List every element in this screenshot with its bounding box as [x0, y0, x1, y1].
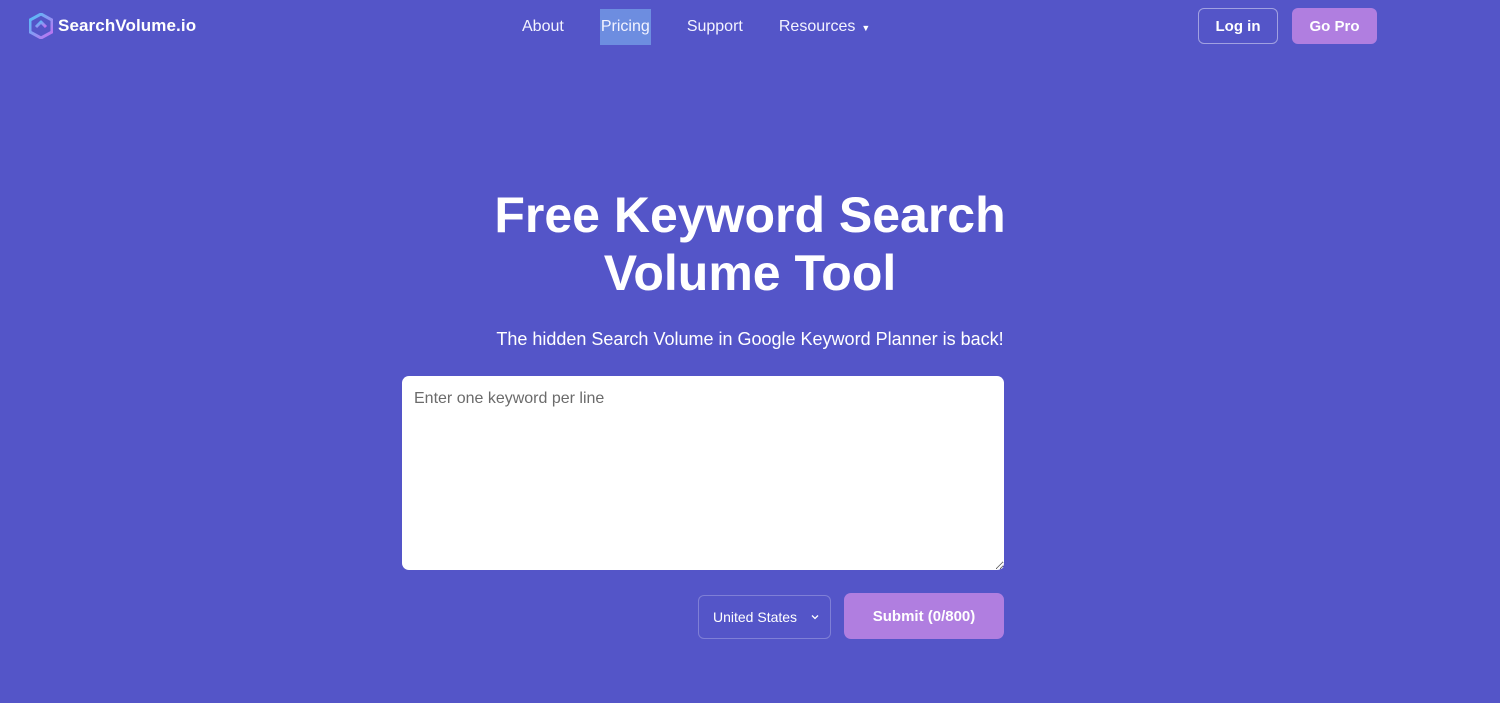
nav-item-resources[interactable]: Resources ▼ — [779, 9, 870, 45]
page-subtitle: The hidden Search Volume in Google Keywo… — [496, 329, 1004, 349]
site-header: SearchVolume.io About Pricing Support Re… — [0, 0, 1500, 54]
main-nav: About Pricing Support Resources ▼ — [504, 8, 906, 45]
hexagon-logo-icon — [29, 13, 53, 39]
go-pro-button[interactable]: Go Pro — [1292, 8, 1377, 44]
login-button[interactable]: Log in — [1198, 8, 1278, 44]
chevron-down-icon — [811, 615, 819, 620]
submit-button[interactable]: Submit (0/800) — [844, 593, 1004, 639]
page-title-line-2: Volume Tool — [603, 245, 897, 301]
brand-name: SearchVolume.io — [58, 16, 197, 35]
brand-link[interactable]: SearchVolume.io — [29, 13, 196, 39]
page-title: Free Keyword Search Volume Tool — [350, 186, 1150, 302]
nav-item-about[interactable]: About — [522, 9, 564, 45]
keywords-input[interactable] — [402, 376, 1004, 570]
nav-item-pricing[interactable]: Pricing — [599, 8, 651, 45]
nav-item-support[interactable]: Support — [687, 9, 743, 45]
country-select-value: United States — [713, 609, 798, 625]
country-select[interactable]: United States — [698, 595, 831, 639]
caret-down-icon: ▼ — [861, 22, 871, 33]
page-title-line-1: Free Keyword Search — [494, 187, 1006, 243]
nav-item-resources-label: Resources — [778, 17, 856, 35]
